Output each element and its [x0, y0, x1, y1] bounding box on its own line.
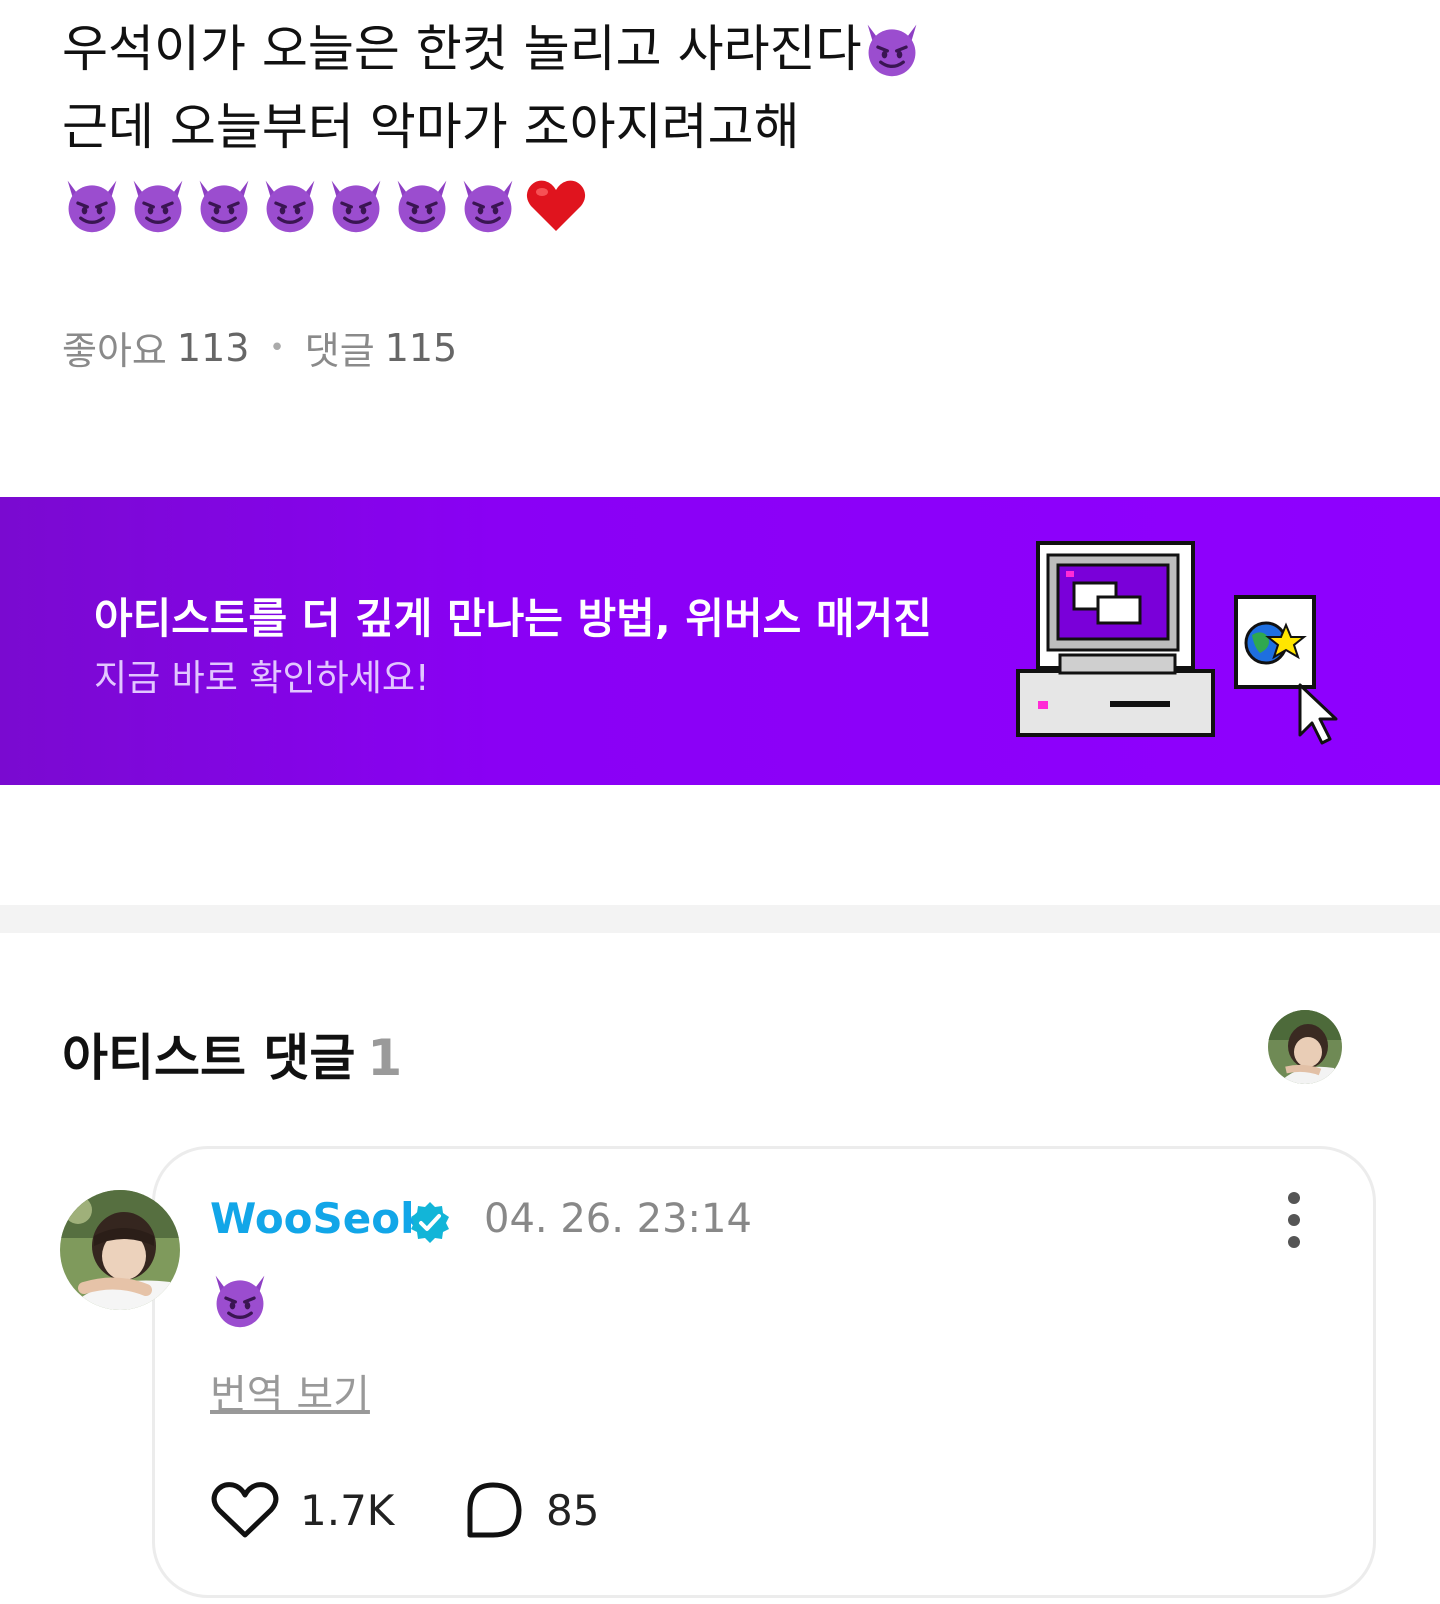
like-count: 1.7K [300, 1485, 395, 1535]
post-line-2: 근데 오늘부터 악마가 조아지려고해 [62, 88, 1362, 166]
heart-outline-icon [211, 1482, 279, 1538]
post-body: 우석이가 오늘은 한컷 놀리고 사라진다 근데 오늘부터 악마가 조아지려고해 [62, 10, 1362, 244]
comment-author-name[interactable]: WooSeok [210, 1194, 428, 1243]
artist-comments-title: 아티스트 댓글 1 [62, 1018, 402, 1090]
retro-computer-icon [1010, 537, 1340, 752]
smiling-devil-icon [862, 19, 922, 79]
like-button[interactable]: 1.7K [210, 1480, 394, 1540]
reply-button[interactable]: 85 [462, 1480, 599, 1540]
post-stats: 좋아요 113 • 댓글 115 [62, 320, 457, 375]
likes-count: 113 [176, 325, 250, 370]
artist-avatar[interactable] [1268, 1010, 1342, 1084]
verified-badge-icon [408, 1200, 452, 1244]
smiling-devil-icon [62, 175, 122, 235]
comments-label[interactable]: 댓글 [305, 320, 375, 375]
smiling-devil-icon [128, 175, 188, 235]
smiling-devil-icon [392, 175, 452, 235]
reply-count: 85 [546, 1485, 600, 1535]
translate-link[interactable]: 번역 보기 [210, 1362, 370, 1420]
weverse-magazine-banner[interactable]: 아티스트를 더 깊게 만나는 방법, 위버스 매거진 지금 바로 확인하세요! [0, 497, 1440, 785]
artist-comments-label: 아티스트 댓글 [62, 1029, 356, 1087]
separator-dot: • [269, 332, 285, 363]
speech-bubble-icon [467, 1482, 522, 1538]
comment-timestamp: 04. 26. 23:14 [484, 1196, 752, 1242]
smiling-devil-icon [260, 175, 320, 235]
banner-subtitle: 지금 바로 확인하세요! [94, 658, 430, 699]
comments-count[interactable]: 115 [385, 326, 458, 370]
likes-label: 좋아요 [62, 329, 167, 373]
post-emoji-line [62, 166, 1362, 244]
artist-comments-count: 1 [367, 1029, 403, 1087]
more-options-icon[interactable] [1282, 1192, 1306, 1248]
post-text-line-1: 우석이가 오늘은 한컷 놀리고 사라진다 [62, 20, 862, 78]
post-line-1: 우석이가 오늘은 한컷 놀리고 사라진다 [62, 10, 1362, 88]
banner-title: 아티스트를 더 깊게 만나는 방법, 위버스 매거진 [94, 594, 932, 643]
comment-author-avatar[interactable] [60, 1190, 180, 1310]
post-text-line-2: 근데 오늘부터 악마가 조아지려고해 [62, 98, 800, 156]
red-heart-icon [524, 175, 588, 235]
section-divider [0, 905, 1440, 933]
smiling-devil-icon [458, 175, 518, 235]
smiling-devil-icon [194, 175, 254, 235]
smiling-devil-icon [210, 1270, 270, 1330]
smiling-devil-icon [326, 175, 386, 235]
